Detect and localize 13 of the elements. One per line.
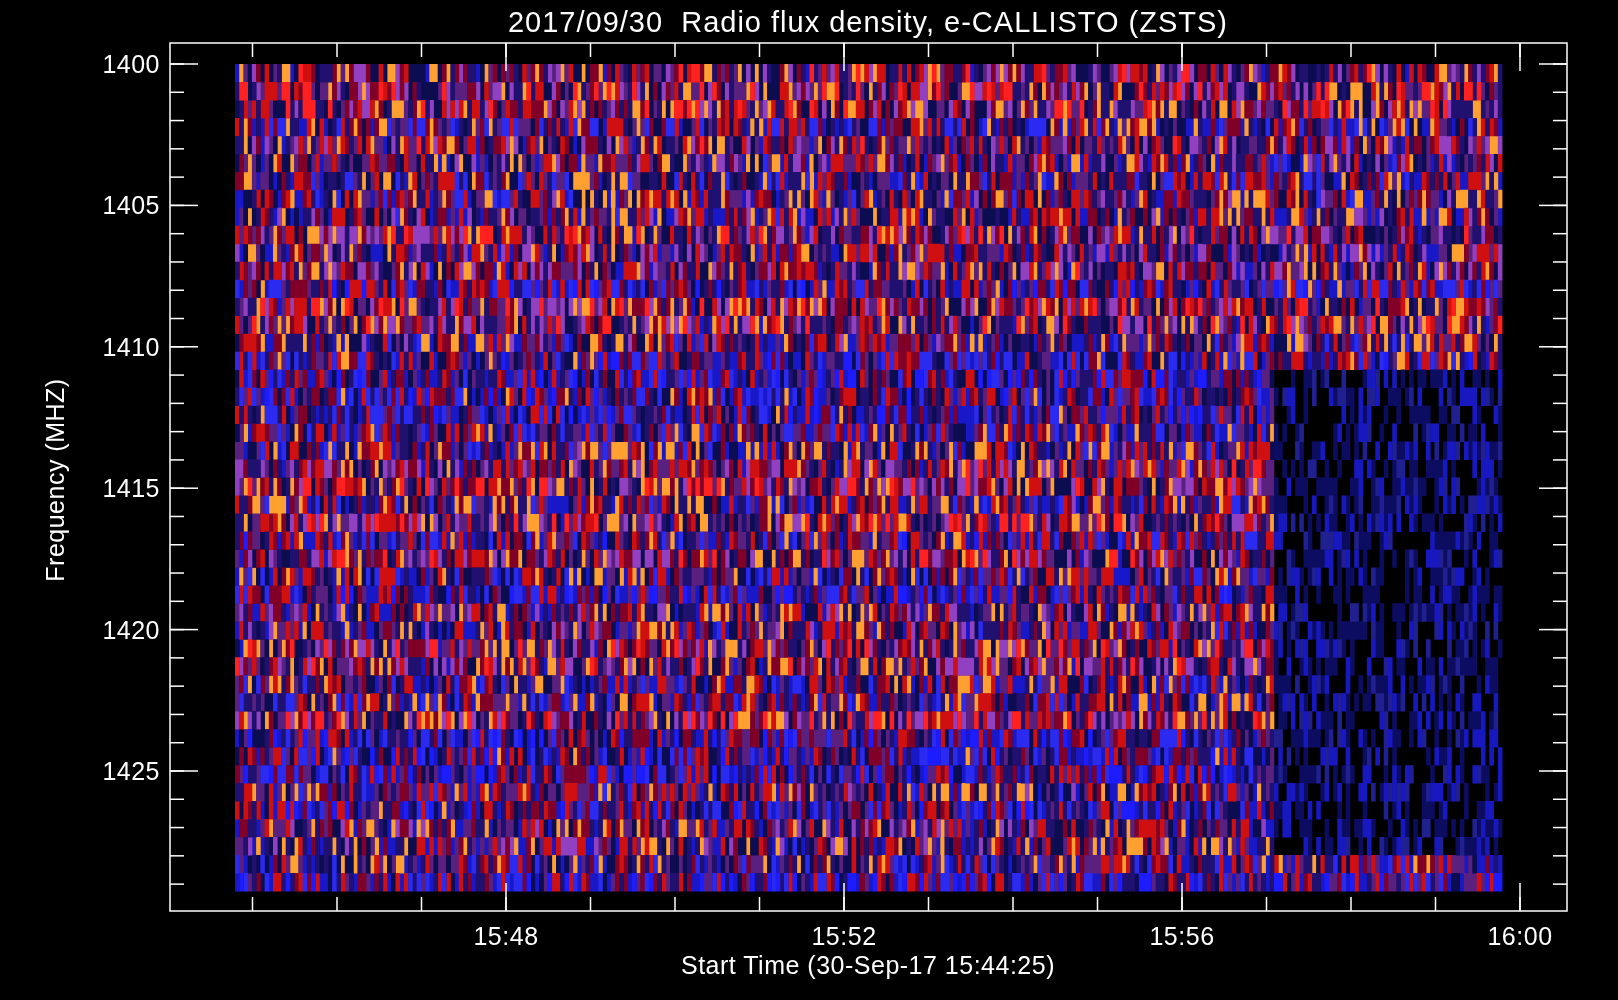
y-tick-label: 1415 [102,474,160,503]
x-tick-label: 16:00 [1487,922,1553,950]
x-axis-label: Start Time (30-Sep-17 15:44:25) [681,951,1055,979]
y-tick-label: 1400 [102,50,160,78]
y-tick-label: 1425 [102,757,160,785]
x-tick-label: 15:52 [811,922,877,950]
x-tick-label: 15:48 [473,922,539,950]
y-tick-label: 1420 [102,615,160,644]
y-tick-label: 1410 [102,332,160,361]
y-axis-label: Frequency (MHZ) [41,378,69,582]
x-tick-label: 15:56 [1149,922,1215,950]
y-tick-label: 1405 [102,191,160,220]
plot-title: 2017/09/30 Radio flux density, e-CALLISTO (ZSTS) [507,6,1229,38]
